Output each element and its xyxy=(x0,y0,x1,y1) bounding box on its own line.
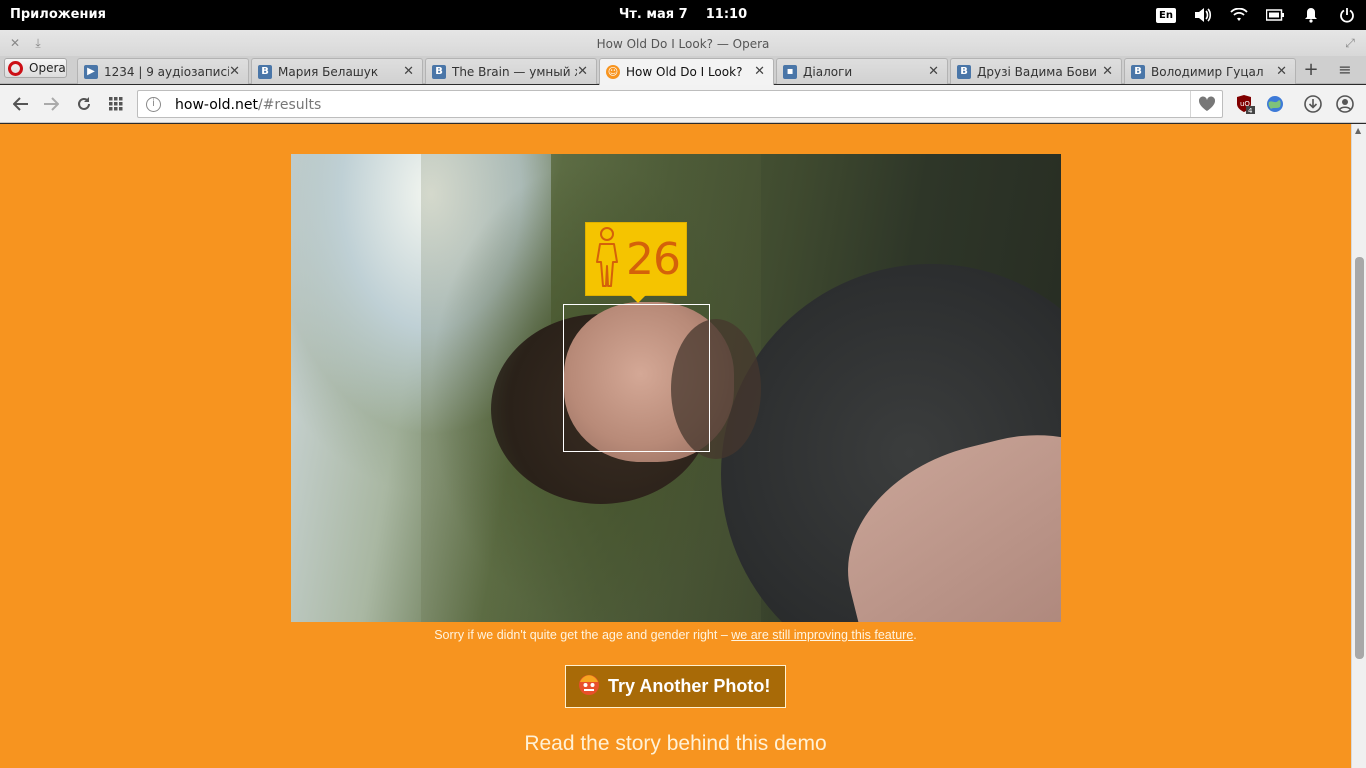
wifi-icon[interactable] xyxy=(1230,6,1248,24)
tab-label: Мария Белашук xyxy=(278,64,379,79)
url-host: how-old.net xyxy=(175,97,258,113)
how-old-icon: ☺ xyxy=(606,65,620,79)
tab-close-icon[interactable]: ✕ xyxy=(577,64,588,79)
vk-icon: B xyxy=(1131,64,1145,79)
address-bar[interactable]: i how-old.net/#results xyxy=(137,90,1223,118)
story-link[interactable]: Read the story behind this demo xyxy=(0,732,1351,756)
opera-logo-icon xyxy=(8,60,23,76)
speed-dial-grid-icon[interactable] xyxy=(106,94,126,114)
scrollbar-thumb[interactable] xyxy=(1355,257,1364,659)
male-person-icon xyxy=(592,226,622,292)
vk-icon: B xyxy=(957,64,971,79)
site-info-icon[interactable]: i xyxy=(146,97,161,112)
tab-close-icon[interactable]: ✕ xyxy=(928,64,939,79)
window-title: How Old Do I Look? — Opera xyxy=(596,37,770,51)
tab-close-icon[interactable]: ✕ xyxy=(1102,64,1113,79)
opera-menu-label: Opera xyxy=(29,61,66,75)
improving-feature-link[interactable]: we are still improving this feature xyxy=(731,628,913,642)
system-tray: En xyxy=(1156,5,1356,25)
opera-menu-button[interactable]: Opera xyxy=(4,58,67,78)
play-icon: ▶ xyxy=(84,64,98,79)
bookmark-heart-icon[interactable] xyxy=(1190,91,1222,117)
try-another-photo-button[interactable]: Try Another Photo! xyxy=(565,665,786,708)
tab-mariya[interactable]: B Мария Белашук ✕ xyxy=(251,58,423,84)
scroll-up-arrow-icon[interactable]: ▲ xyxy=(1355,126,1361,135)
window-maximize-icon[interactable]: ⤢ xyxy=(1342,35,1358,51)
tab-friends[interactable]: B Друзі Вадима Бови ✕ xyxy=(950,58,1122,84)
window-title-bar: ✕ ⤓ How Old Do I Look? — Opera ⤢ xyxy=(0,30,1366,56)
forward-arrow-icon[interactable] xyxy=(41,94,61,114)
account-icon[interactable] xyxy=(1335,94,1355,114)
tab-label: Друзі Вадима Бови xyxy=(977,64,1097,79)
window-minimize-icon[interactable]: ⤓ xyxy=(30,35,46,51)
face-detection-box xyxy=(563,304,710,452)
accuracy-disclaimer: Sorry if we didn't quite get the age and… xyxy=(0,628,1351,642)
ublock-icon[interactable]: uO 4 xyxy=(1235,94,1255,115)
disclaimer-text: Sorry if we didn't quite get the age and… xyxy=(434,628,732,642)
back-arrow-icon[interactable] xyxy=(11,94,31,114)
tab-close-icon[interactable]: ✕ xyxy=(403,64,414,79)
tab-label: Володимир Гуцал xyxy=(1151,64,1264,79)
uploaded-photo: 26 xyxy=(291,154,1061,622)
volume-icon[interactable] xyxy=(1194,6,1212,24)
age-result-tag: 26 xyxy=(585,222,687,303)
page-content: 26 Sorry if we didn't quite get the age … xyxy=(0,124,1351,768)
power-icon[interactable] xyxy=(1338,6,1356,24)
tab-how-old[interactable]: ☺ How Old Do I Look? ✕ xyxy=(599,58,774,85)
tab-close-icon[interactable]: ✕ xyxy=(754,64,765,79)
chat-icon: ▪ xyxy=(783,64,797,79)
new-tab-plus-icon[interactable]: + xyxy=(1300,60,1322,80)
tab-label: 1234 | 9 аудіозаписів xyxy=(104,64,229,79)
tab-menu-icon[interactable]: ≡ xyxy=(1334,60,1356,80)
tab-label: Діалоги xyxy=(803,64,853,79)
globe-extension-icon[interactable] xyxy=(1265,94,1285,114)
notification-bell-icon[interactable] xyxy=(1302,6,1320,24)
system-top-bar: Приложения Чт. мая 7 11:10 En xyxy=(0,0,1366,30)
window-close-icon[interactable]: ✕ xyxy=(7,35,23,51)
keyboard-layout-indicator[interactable]: En xyxy=(1156,7,1176,23)
try-button-label: Try Another Photo! xyxy=(608,676,771,696)
battery-icon[interactable] xyxy=(1266,6,1284,24)
tab-close-icon[interactable]: ✕ xyxy=(229,64,240,79)
navigation-toolbar: i how-old.net/#results uO 4 xyxy=(0,85,1366,123)
page-scrollbar[interactable]: ▲ xyxy=(1351,124,1366,768)
url-text[interactable]: how-old.net/#results xyxy=(175,97,321,113)
clock-time[interactable]: 11:10 xyxy=(706,7,747,22)
reload-icon[interactable] xyxy=(74,94,94,114)
tab-label: How Old Do I Look? xyxy=(626,65,743,79)
clock-day[interactable]: Чт. мая 7 xyxy=(619,7,688,22)
download-icon[interactable] xyxy=(1303,94,1323,114)
tab-strip: Opera ▶ 1234 | 9 аудіозаписів ✕ B Мария … xyxy=(0,56,1366,85)
vk-icon: B xyxy=(258,64,272,79)
tab-close-icon[interactable]: ✕ xyxy=(1276,64,1287,79)
detected-age: 26 xyxy=(626,233,681,285)
applications-menu[interactable]: Приложения xyxy=(10,7,106,22)
disclaimer-end: . xyxy=(913,628,917,642)
tab-volodymyr[interactable]: B Володимир Гуцал ✕ xyxy=(1124,58,1296,84)
url-path: /#results xyxy=(257,97,322,113)
tab-label: The Brain — умный жу xyxy=(452,64,577,79)
adblock-count: 4 xyxy=(1248,107,1253,114)
tab-audio[interactable]: ▶ 1234 | 9 аудіозаписів ✕ xyxy=(77,58,249,84)
tab-the-brain[interactable]: B The Brain — умный жу ✕ xyxy=(425,58,597,84)
mascot-icon xyxy=(576,672,602,701)
vk-icon: B xyxy=(432,64,446,79)
tab-dialogs[interactable]: ▪ Діалоги ✕ xyxy=(776,58,948,84)
